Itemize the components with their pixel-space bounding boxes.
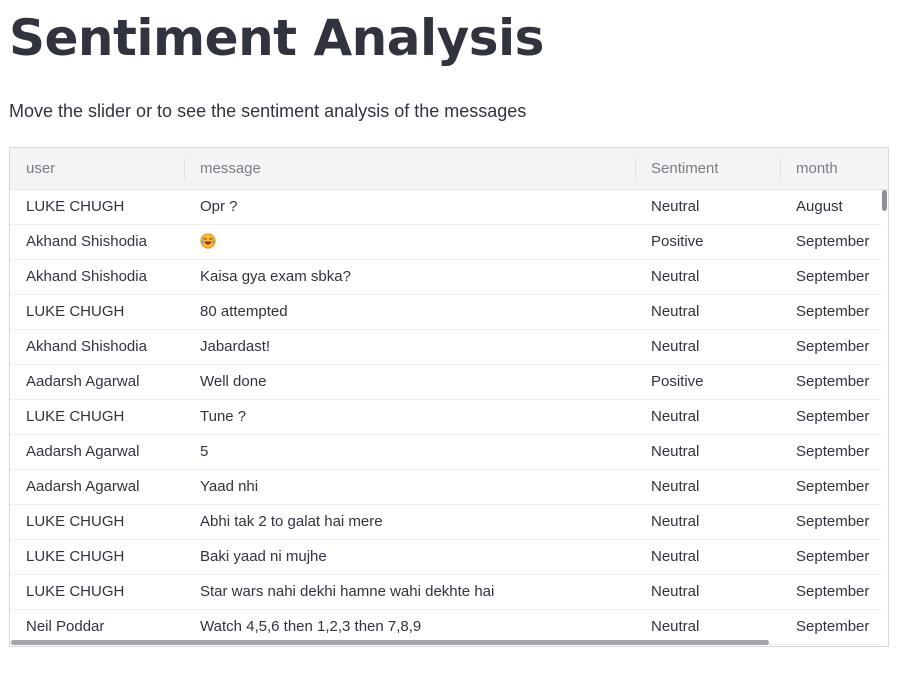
- cell-message[interactable]: [184, 225, 635, 259]
- table-row[interactable]: LUKE CHUGH Abhi tak 2 to galat hai mere Ne…: [10, 505, 881, 540]
- cell-sentiment[interactable]: Neutral: [635, 470, 780, 504]
- cell-sentiment[interactable]: Neutral: [635, 575, 780, 609]
- vertical-scrollbar-thumb[interactable]: [882, 190, 887, 211]
- cell-month[interactable]: September: [780, 260, 888, 294]
- table-row[interactable]: Aadarsh Agarwal Well done Positive Septembe…: [10, 365, 881, 400]
- cell-sentiment[interactable]: Neutral: [635, 435, 780, 469]
- cell-month[interactable]: September: [780, 540, 888, 574]
- cell-message[interactable]: 80 attempted: [184, 295, 635, 329]
- cell-user[interactable]: LUKE CHUGH: [10, 295, 184, 329]
- cell-message[interactable]: Kaisa gya exam sbka?: [184, 260, 635, 294]
- cell-message[interactable]: Opr ?: [184, 190, 635, 224]
- cell-message[interactable]: Jabardast!: [184, 330, 635, 364]
- column-header-sentiment[interactable]: Sentiment: [635, 148, 780, 189]
- table-row[interactable]: LUKE CHUGH Star wars nahi dekhi hamne wah…: [10, 575, 881, 610]
- cell-user[interactable]: Neil Poddar: [10, 610, 184, 644]
- vertical-scrollbar[interactable]: [881, 190, 888, 646]
- cell-user[interactable]: LUKE CHUGH: [10, 575, 184, 609]
- table-row[interactable]: Aadarsh Agarwal 5 Neutral September: [10, 435, 881, 470]
- cell-user[interactable]: LUKE CHUGH: [10, 190, 184, 224]
- cell-sentiment[interactable]: Positive: [635, 365, 780, 399]
- sentiment-dataframe[interactable]: user message Sentiment month LUKE CHUGH O…: [9, 147, 889, 647]
- horizontal-scrollbar-thumb[interactable]: [11, 640, 769, 645]
- column-header-user[interactable]: user: [10, 148, 184, 189]
- cell-user[interactable]: LUKE CHUGH: [10, 505, 184, 539]
- table-row[interactable]: LUKE CHUGH Baki yaad ni mujhe Neutral Septe…: [10, 540, 881, 575]
- cell-month[interactable]: September: [780, 505, 888, 539]
- table-row[interactable]: LUKE CHUGH 80 attempted Neutral September: [10, 295, 881, 330]
- cell-month[interactable]: September: [780, 400, 888, 434]
- table-header: user message Sentiment month: [10, 148, 888, 190]
- cell-month[interactable]: September: [780, 225, 888, 259]
- column-header-message[interactable]: message: [184, 148, 635, 189]
- cell-sentiment[interactable]: Neutral: [635, 400, 780, 434]
- cell-sentiment[interactable]: Neutral: [635, 260, 780, 294]
- cell-sentiment[interactable]: Neutral: [635, 610, 780, 644]
- cell-user[interactable]: Akhand Shishodia: [10, 225, 184, 259]
- cell-month[interactable]: September: [780, 330, 888, 364]
- cell-user[interactable]: Aadarsh Agarwal: [10, 470, 184, 504]
- page-subtitle: Move the slider or to see the sentiment …: [9, 101, 527, 121]
- cell-user[interactable]: Aadarsh Agarwal: [10, 435, 184, 469]
- cell-month[interactable]: September: [780, 295, 888, 329]
- table-row[interactable]: Akhand Shishodia Jabardast! Neutral Septemb…: [10, 330, 881, 365]
- cell-sentiment[interactable]: Neutral: [635, 330, 780, 364]
- column-header-month[interactable]: month: [780, 148, 888, 189]
- cell-message[interactable]: Yaad nhi: [184, 470, 635, 504]
- table-row[interactable]: Akhand Shishodia Positive September: [10, 225, 881, 260]
- cell-user[interactable]: Akhand Shishodia: [10, 330, 184, 364]
- cell-sentiment[interactable]: Neutral: [635, 190, 780, 224]
- cell-user[interactable]: LUKE CHUGH: [10, 540, 184, 574]
- table-body: LUKE CHUGH Opr ? Neutral August Akhand Shish…: [10, 190, 881, 645]
- cell-message[interactable]: Abhi tak 2 to galat hai mere: [184, 505, 635, 539]
- cell-month[interactable]: September: [780, 575, 888, 609]
- page-title: Sentiment Analysis: [9, 9, 544, 67]
- table-row[interactable]: Aadarsh Agarwal Yaad nhi Neutral September: [10, 470, 881, 505]
- cell-user[interactable]: LUKE CHUGH: [10, 400, 184, 434]
- cell-month[interactable]: September: [780, 610, 888, 644]
- cell-sentiment[interactable]: Positive: [635, 225, 780, 259]
- cell-month[interactable]: August: [780, 190, 888, 224]
- cell-month[interactable]: September: [780, 470, 888, 504]
- laughing-face-emoji-icon: [200, 232, 216, 249]
- cell-user[interactable]: Aadarsh Agarwal: [10, 365, 184, 399]
- cell-sentiment[interactable]: Neutral: [635, 540, 780, 574]
- cell-sentiment[interactable]: Neutral: [635, 295, 780, 329]
- table-row[interactable]: LUKE CHUGH Tune ? Neutral September: [10, 400, 881, 435]
- page: Sentiment Analysis Move the slider or to…: [0, 0, 899, 677]
- cell-user[interactable]: Akhand Shishodia: [10, 260, 184, 294]
- cell-message[interactable]: Tune ?: [184, 400, 635, 434]
- cell-month[interactable]: September: [780, 365, 888, 399]
- cell-message[interactable]: Baki yaad ni mujhe: [184, 540, 635, 574]
- cell-message[interactable]: Well done: [184, 365, 635, 399]
- cell-message[interactable]: Star wars nahi dekhi hamne wahi dekhte h…: [184, 575, 635, 609]
- cell-message[interactable]: 5: [184, 435, 635, 469]
- table-row[interactable]: Akhand Shishodia Kaisa gya exam sbka? Neut…: [10, 260, 881, 295]
- cell-message[interactable]: Watch 4,5,6 then 1,2,3 then 7,8,9: [184, 610, 635, 644]
- cell-sentiment[interactable]: Neutral: [635, 505, 780, 539]
- cell-month[interactable]: September: [780, 435, 888, 469]
- table-row[interactable]: LUKE CHUGH Opr ? Neutral August: [10, 190, 881, 225]
